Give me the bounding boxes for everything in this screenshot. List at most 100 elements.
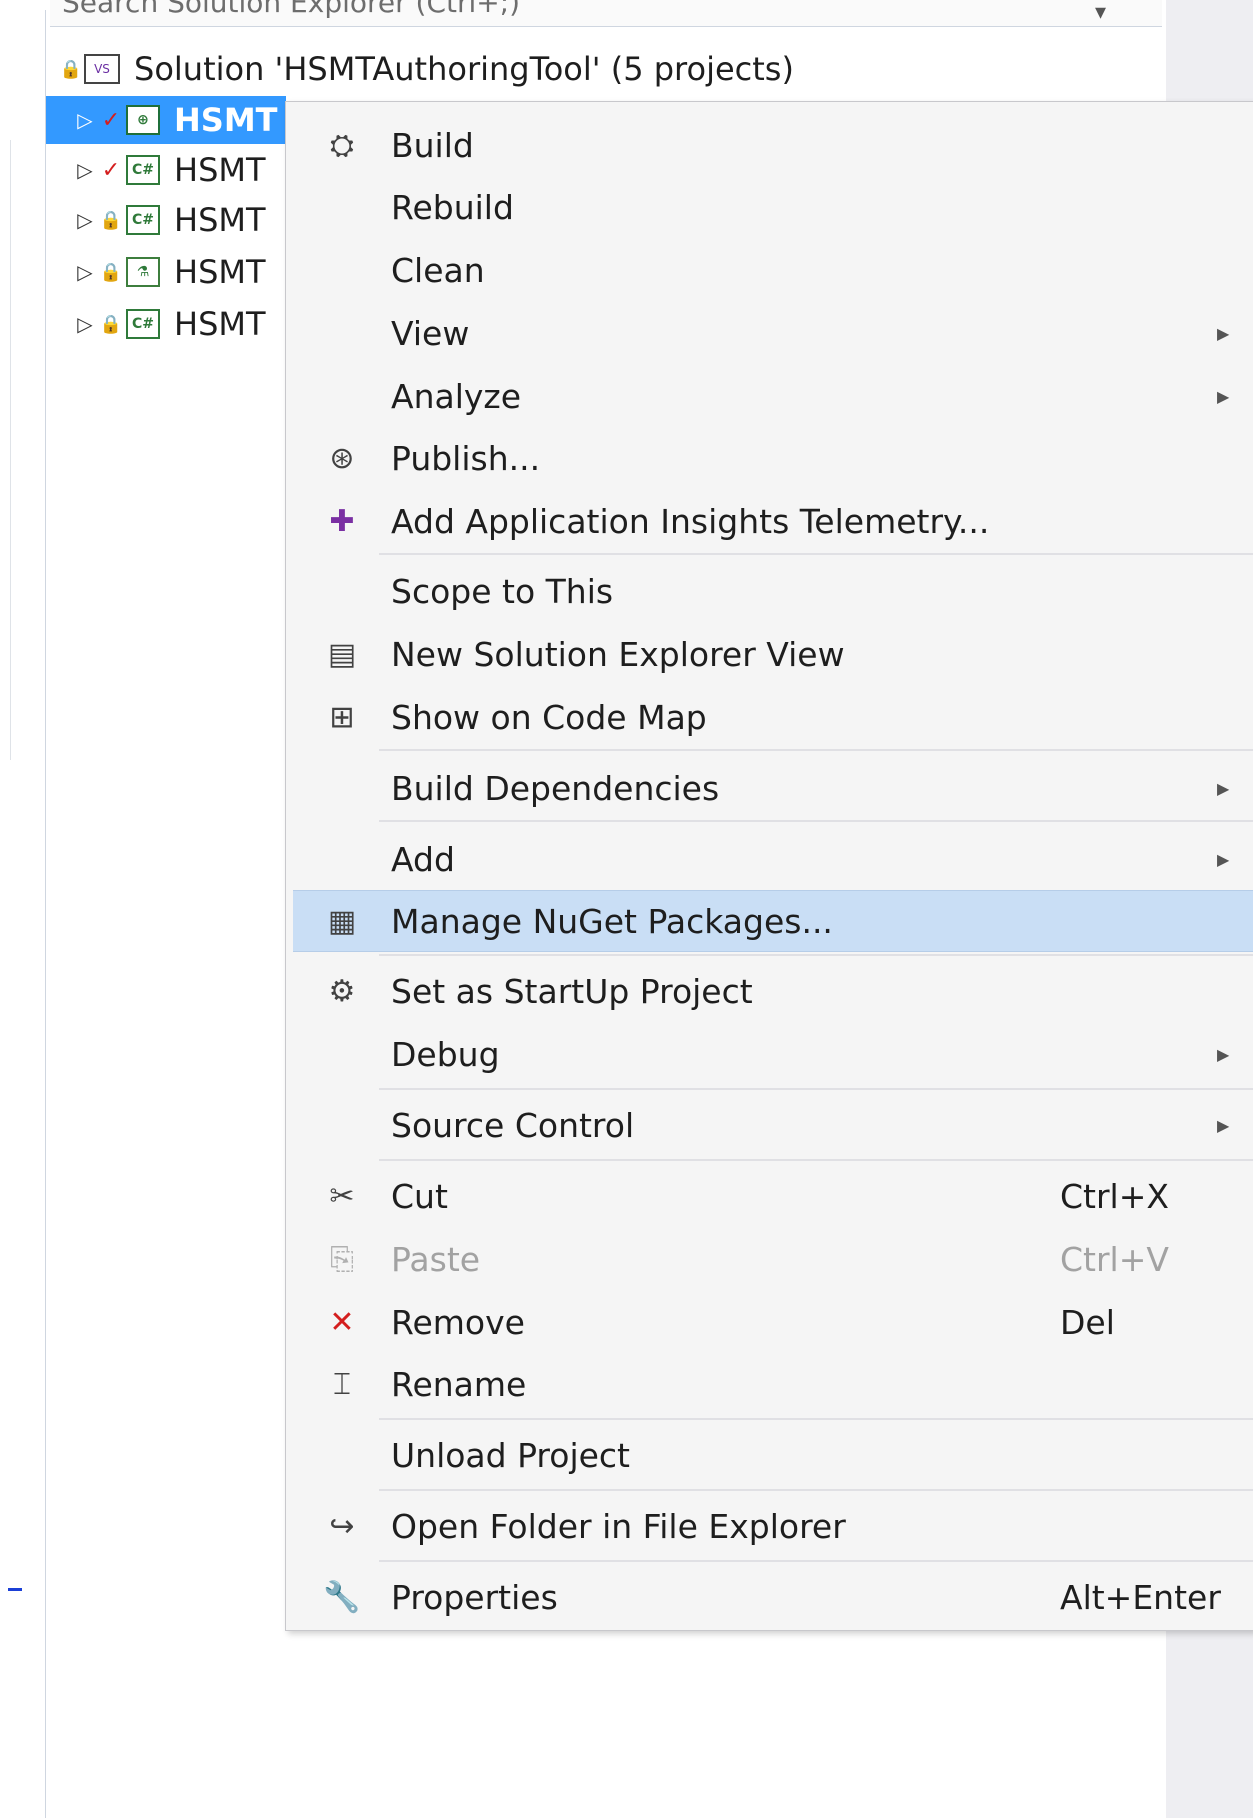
solution-icon: VS (84, 54, 120, 84)
search-placeholder: Search Solution Explorer (Ctrl+;) (62, 0, 521, 19)
submenu-arrow-icon: ▶ (1217, 1115, 1230, 1135)
menu-item-analyze[interactable]: Analyze ▶ (293, 366, 1253, 426)
menu-item-rename[interactable]: ⌶ Rename (293, 1354, 1253, 1414)
project-label: HSMT (174, 101, 278, 139)
menu-item-label: Scope to This (391, 571, 614, 611)
lock-icon: 🔒 (59, 58, 83, 80)
shortcut-label: Ctrl+V (1060, 1239, 1169, 1279)
expand-arrow-icon[interactable]: ▷ (70, 208, 100, 232)
nuget-icon: ▦ (327, 903, 357, 939)
lock-icon: 🔒 (99, 209, 123, 231)
menu-item-show-on-code-map[interactable]: ⊞ Show on Code Map (293, 687, 1253, 747)
remove-icon: ✕ (329, 1304, 355, 1340)
menu-item-label: Build (391, 125, 474, 165)
menu-item-label: Source Control (391, 1105, 635, 1145)
checkmark-icon: ✓ (101, 107, 121, 133)
menu-item-set-as-startup-project[interactable]: ⚙ Set as StartUp Project (293, 961, 1253, 1021)
submenu-arrow-icon: ▶ (1217, 1044, 1230, 1064)
menu-item-label: Clean (391, 250, 485, 290)
build-icon: ⛭ (330, 127, 354, 163)
menu-item-source-control[interactable]: Source Control ▶ (293, 1095, 1253, 1155)
menu-item-label: Debug (391, 1034, 500, 1074)
menu-separator (379, 1418, 1253, 1420)
menu-item-cut[interactable]: ✂ Cut Ctrl+X (293, 1166, 1253, 1226)
menu-item-rebuild[interactable]: Rebuild (293, 177, 1253, 237)
tree-row-project-1[interactable]: ▷ ✓ ⊕ HSMT (46, 96, 286, 144)
menu-item-label: Publish... (391, 438, 541, 478)
submenu-arrow-icon: ▶ (1217, 323, 1230, 343)
menu-item-label: Show on Code Map (391, 697, 707, 737)
csharp-project-icon: C# (126, 205, 160, 235)
gutter-marker (8, 1588, 22, 1591)
lock-icon: 🔒 (99, 261, 123, 283)
test-project-icon: ⚗ (126, 257, 160, 287)
code-map-icon: ⊞ (329, 699, 355, 735)
menu-item-view[interactable]: View ▶ (293, 303, 1253, 363)
solution-node[interactable]: 🔒 VS Solution 'HSMTAuthoringTool' (5 pro… (60, 45, 794, 93)
web-project-icon: ⊕ (126, 105, 160, 135)
menu-item-label: New Solution Explorer View (391, 634, 845, 674)
publish-icon: ⊛ (329, 440, 355, 476)
menu-item-label: Analyze (391, 376, 522, 416)
search-dropdown-icon[interactable]: ▾ (1095, 0, 1106, 25)
csharp-project-icon: C# (126, 309, 160, 339)
menu-item-label: Set as StartUp Project (391, 971, 753, 1011)
menu-item-open-folder-in-file-explorer[interactable]: ↪ Open Folder in File Explorer (293, 1496, 1253, 1556)
expand-arrow-icon[interactable]: ▷ (70, 108, 100, 132)
menu-separator (379, 553, 1253, 555)
menu-item-label: Properties (391, 1577, 558, 1617)
menu-item-add[interactable]: Add ▶ (293, 829, 1253, 889)
menu-item-add-application-insights[interactable]: ✚ Add Application Insights Telemetry... (293, 491, 1253, 551)
expand-arrow-icon[interactable]: ▷ (70, 312, 100, 336)
cut-icon: ✂ (329, 1178, 355, 1214)
menu-item-publish[interactable]: ⊛ Publish... (293, 428, 1253, 488)
menu-item-label: Open Folder in File Explorer (391, 1506, 846, 1546)
menu-item-properties[interactable]: 🔧 Properties Alt+Enter (293, 1567, 1253, 1627)
expand-arrow-icon[interactable]: ▷ (70, 260, 100, 284)
csharp-project-icon: C# (126, 155, 160, 185)
menu-separator (379, 1088, 1253, 1090)
menu-item-label: Build Dependencies (391, 768, 720, 808)
menu-item-paste[interactable]: ⎘ Paste Ctrl+V (293, 1229, 1253, 1289)
menu-item-label: View (391, 313, 470, 353)
tree-row-project-5[interactable]: ▷ 🔒 C# HSMT (46, 300, 265, 348)
shortcut-label: Del (1060, 1302, 1115, 1342)
menu-item-new-solution-explorer-view[interactable]: ▤ New Solution Explorer View (293, 624, 1253, 684)
menu-item-debug[interactable]: Debug ▶ (293, 1024, 1253, 1084)
tree-row-project-3[interactable]: ▷ 🔒 C# HSMT (46, 196, 266, 244)
menu-item-label: Rename (391, 1364, 527, 1404)
menu-separator (379, 749, 1253, 751)
menu-separator (379, 1159, 1253, 1161)
menu-separator (379, 1560, 1253, 1562)
project-label: HSMT (174, 151, 266, 189)
submenu-arrow-icon: ▶ (1217, 849, 1230, 869)
submenu-arrow-icon: ▶ (1217, 386, 1230, 406)
project-label: HSMT (174, 201, 266, 239)
menu-item-label: Manage NuGet Packages... (391, 901, 833, 941)
menu-item-manage-nuget-packages[interactable]: ▦ Manage NuGet Packages... (293, 890, 1253, 952)
menu-item-label: Add (391, 839, 455, 879)
expand-arrow-icon[interactable]: ▷ (70, 158, 100, 182)
tree-row-project-4[interactable]: ▷ 🔒 ⚗ HSMT (46, 248, 265, 296)
shortcut-label: Ctrl+X (1060, 1176, 1169, 1216)
paste-icon: ⎘ (330, 1241, 354, 1277)
menu-item-clean[interactable]: Clean (293, 240, 1253, 300)
menu-item-build-dependencies[interactable]: Build Dependencies ▶ (293, 758, 1253, 818)
open-folder-icon: ↪ (329, 1508, 355, 1544)
gear-icon: ⚙ (328, 973, 356, 1009)
menu-item-unload-project[interactable]: Unload Project (293, 1425, 1253, 1485)
menu-item-scope-to-this[interactable]: Scope to This (293, 561, 1253, 621)
checkmark-icon: ✓ (101, 157, 121, 183)
menu-item-label: Add Application Insights Telemetry... (391, 501, 990, 541)
search-box[interactable]: Search Solution Explorer (Ctrl+;) ▾ (50, 0, 1162, 27)
tree-row-project-2[interactable]: ▷ ✓ C# HSMT (46, 146, 266, 194)
project-context-menu: ⛭ Build Rebuild Clean View ▶ Analyze ▶ ⊛… (285, 101, 1253, 1631)
menu-item-label: Paste (391, 1239, 481, 1279)
menu-item-build[interactable]: ⛭ Build (293, 115, 1253, 175)
new-explorer-view-icon: ▤ (327, 636, 357, 672)
menu-item-label: Cut (391, 1176, 448, 1216)
menu-item-remove[interactable]: ✕ Remove Del (293, 1292, 1253, 1352)
shortcut-label: Alt+Enter (1060, 1577, 1221, 1617)
left-gutter (0, 0, 44, 1818)
app-insights-icon: ✚ (329, 503, 355, 539)
